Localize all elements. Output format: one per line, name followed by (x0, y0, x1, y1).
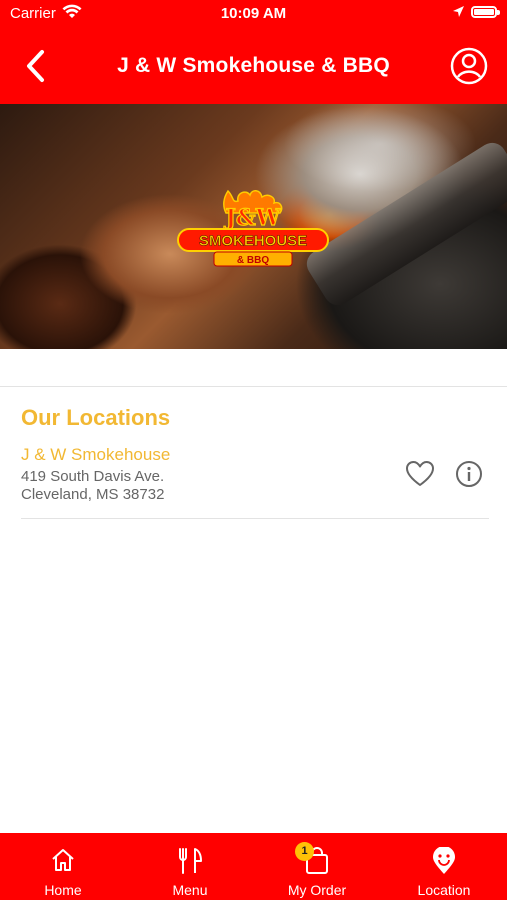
tab-label: Home (44, 882, 82, 898)
info-button[interactable] (455, 460, 483, 488)
location-arrow-icon (452, 5, 465, 22)
tab-home[interactable]: Home (0, 833, 126, 900)
profile-button[interactable] (449, 46, 489, 86)
restaurant-logo: J&W SMOKEHOUSE & BBQ (177, 189, 329, 267)
app-header: Carrier 10:09 AM J & W Smokehouse & BBQ (0, 0, 507, 104)
location-pin-icon (433, 847, 455, 874)
logo-monogram: J&W (224, 205, 281, 231)
tab-menu[interactable]: Menu (127, 833, 253, 900)
battery-icon (471, 6, 500, 18)
page-title: J & W Smokehouse & BBQ (117, 54, 390, 77)
location-address-line2: Cleveland, MS 38732 (21, 486, 165, 503)
divider (0, 386, 507, 387)
tab-bar: Home Menu My Order 1 Location (0, 833, 507, 900)
order-count-badge: 1 (295, 842, 314, 861)
tab-location[interactable]: Location (381, 833, 507, 900)
tab-label: Location (417, 882, 471, 898)
fork-knife-icon (179, 848, 202, 874)
location-list-item[interactable]: J & W Smokehouse 419 South Davis Ave. Cl… (0, 440, 507, 520)
heart-icon (406, 461, 434, 486)
status-bar: Carrier 10:09 AM (0, 0, 507, 28)
tab-label: My Order (287, 882, 347, 898)
user-icon (450, 47, 488, 85)
location-address-line1: 419 South Davis Ave. (21, 468, 165, 485)
logo-text-main: SMOKEHOUSE (199, 233, 307, 250)
section-title: Our Locations (21, 405, 171, 430)
location-name[interactable]: J & W Smokehouse (21, 445, 170, 465)
info-icon (456, 461, 482, 487)
tab-my-order[interactable]: My Order (254, 833, 380, 900)
list-divider (21, 518, 489, 519)
tab-label: Menu (172, 882, 208, 898)
home-icon (52, 849, 74, 871)
status-time: 10:09 AM (220, 5, 287, 22)
logo-text-sub: & BBQ (237, 255, 269, 266)
favorite-button[interactable] (405, 460, 435, 488)
hero-image: J&W SMOKEHOUSE & BBQ (0, 104, 507, 349)
